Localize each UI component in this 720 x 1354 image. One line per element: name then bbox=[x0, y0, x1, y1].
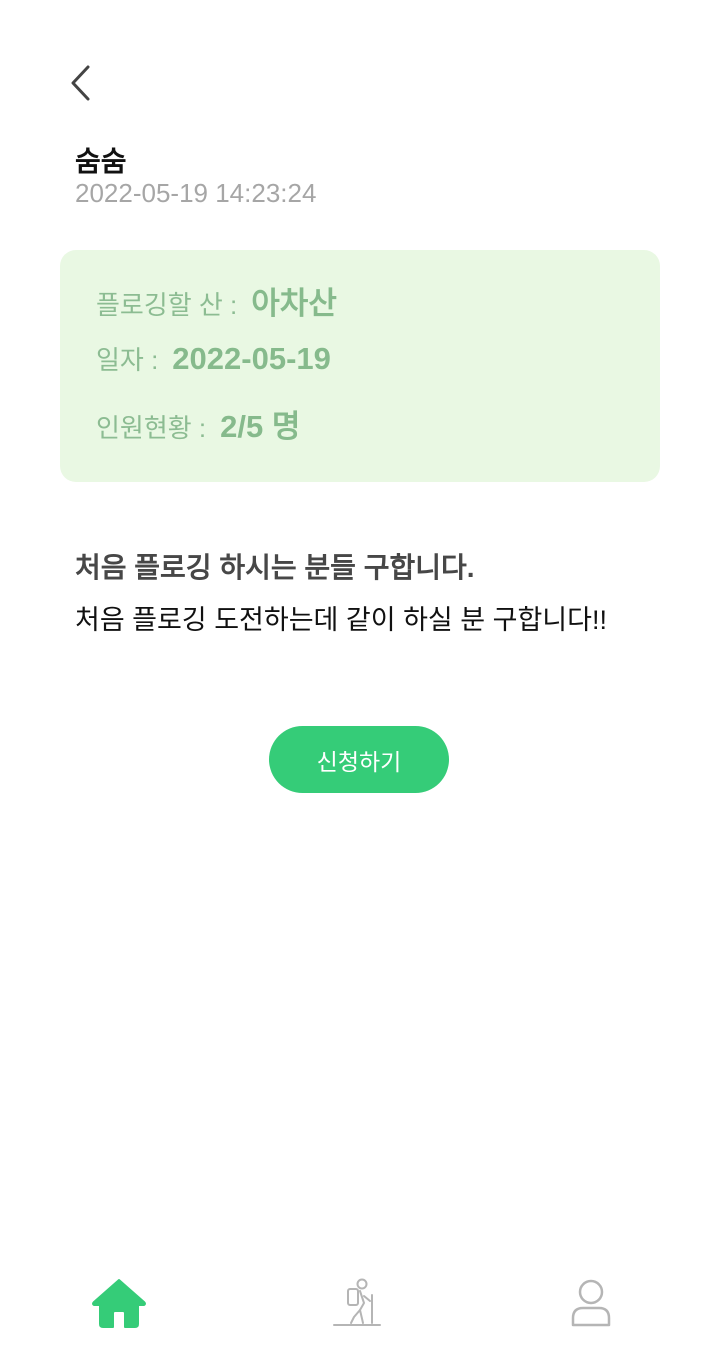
post-timestamp: 2022-05-19 14:23:24 bbox=[75, 178, 317, 208]
plogging-info-card: 플로깅할 산 : 아차산 일자 : 2022-05-19 인원현황 : 2/5 … bbox=[60, 250, 660, 482]
bottom-nav bbox=[0, 1262, 720, 1354]
date-label: 일자 : bbox=[96, 345, 159, 375]
author-name: 숨숨 bbox=[75, 146, 127, 177]
post-title: 처음 플로깅 하시는 분들 구합니다. bbox=[75, 552, 475, 583]
apply-button[interactable]: 신청하기 bbox=[269, 726, 449, 793]
members-label: 인원현황 : bbox=[96, 413, 207, 443]
post-body: 처음 플로깅 도전하는데 같이 하실 분 구합니다!! bbox=[75, 605, 607, 635]
members-row: 인원현황 : 2/5 명 bbox=[96, 401, 300, 446]
chevron-left-icon bbox=[69, 64, 91, 107]
back-button[interactable] bbox=[60, 62, 100, 108]
mountain-value: 아차산 bbox=[251, 286, 337, 321]
home-icon bbox=[91, 1277, 147, 1334]
mountain-label: 플로깅할 산 : bbox=[96, 290, 238, 320]
members-value: 2/5 명 bbox=[220, 409, 301, 444]
nav-profile[interactable] bbox=[559, 1276, 623, 1334]
nav-home[interactable] bbox=[87, 1276, 151, 1334]
mountain-row: 플로깅할 산 : 아차산 bbox=[96, 278, 337, 323]
date-row: 일자 : 2022-05-19 bbox=[96, 340, 331, 377]
date-value: 2022-05-19 bbox=[172, 341, 331, 376]
profile-icon bbox=[563, 1277, 619, 1334]
nav-plogging[interactable] bbox=[325, 1276, 389, 1334]
hiker-icon bbox=[329, 1277, 385, 1334]
